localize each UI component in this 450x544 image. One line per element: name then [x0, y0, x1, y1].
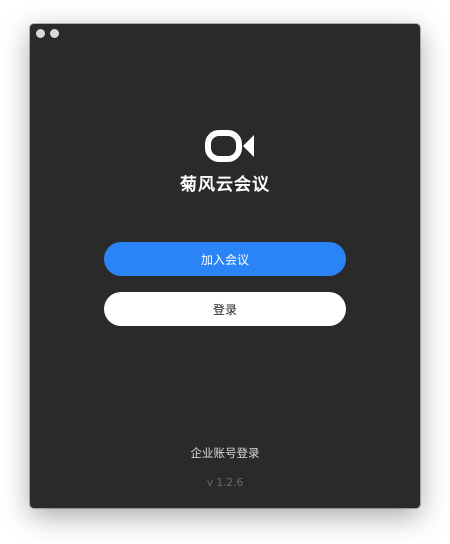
app-window: 菊风云会议 加入会议 登录 企业账号登录 v 1.2.6: [30, 24, 420, 508]
video-camera-icon: [205, 130, 254, 162]
app-title: 菊风云会议: [180, 175, 270, 195]
enterprise-login-link[interactable]: 企业账号登录: [30, 445, 420, 461]
version-label: v 1.2.6: [206, 477, 244, 489]
window-controls: [36, 29, 59, 38]
close-dot[interactable]: [36, 29, 45, 38]
join-meeting-button[interactable]: 加入会议: [104, 242, 346, 276]
minimize-dot[interactable]: [50, 29, 59, 38]
login-button[interactable]: 登录: [104, 292, 346, 326]
